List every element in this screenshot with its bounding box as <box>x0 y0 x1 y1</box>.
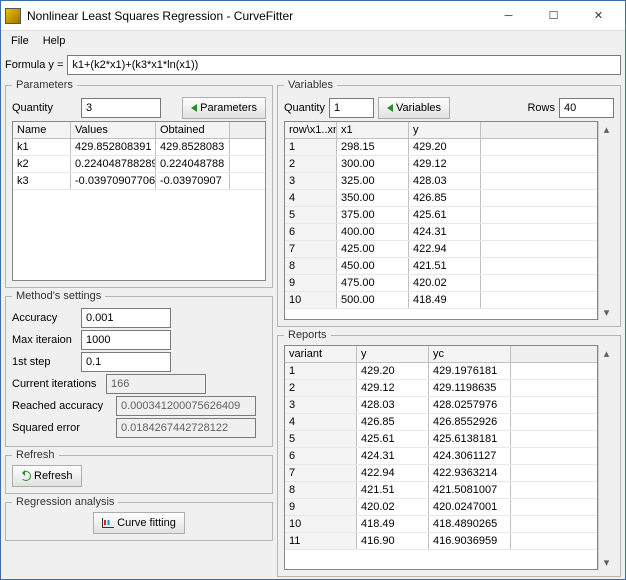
table-row[interactable]: 10418.49418.4890265 <box>285 516 597 533</box>
scroll-up-icon[interactable]: ▴ <box>599 121 614 137</box>
step-input[interactable] <box>81 352 171 372</box>
reports-grid[interactable]: variant y yc 1429.20429.19761812429.1242… <box>284 345 598 570</box>
refresh-button[interactable]: Refresh <box>12 465 82 487</box>
reports-scrollbar[interactable]: ▴ ▾ <box>598 345 614 570</box>
table-row[interactable]: 4426.85426.8552926 <box>285 414 597 431</box>
regression-fieldset: Regression analysis Curve fitting <box>5 496 273 541</box>
minimize-button[interactable]: ─ <box>486 2 531 30</box>
sqerr-output <box>116 418 256 438</box>
refresh-icon <box>21 471 31 481</box>
table-row[interactable]: 7422.94422.9363214 <box>285 465 597 482</box>
parameters-button[interactable]: Parameters <box>182 97 266 119</box>
menu-file[interactable]: File <box>5 33 35 49</box>
parameters-legend: Parameters <box>12 79 77 91</box>
refresh-legend: Refresh <box>12 449 59 461</box>
variables-scrollbar[interactable]: ▴ ▾ <box>598 121 614 320</box>
accuracy-label: Accuracy <box>12 312 77 324</box>
scroll-down-icon[interactable]: ▾ <box>599 554 614 570</box>
table-row[interactable]: 10500.00418.49 <box>285 292 597 309</box>
table-row[interactable]: 8421.51421.5081007 <box>285 482 597 499</box>
app-window: Nonlinear Least Squares Regression - Cur… <box>0 0 626 580</box>
maximize-button[interactable]: ☐ <box>531 2 576 30</box>
scroll-up-icon[interactable]: ▴ <box>599 345 614 361</box>
regression-legend: Regression analysis <box>12 496 118 508</box>
rows-label: Rows <box>527 102 555 114</box>
table-row[interactable]: 4350.00426.85 <box>285 190 597 207</box>
reached-output <box>116 396 256 416</box>
step-label: 1st step <box>12 356 77 368</box>
table-row[interactable]: 8450.00421.51 <box>285 258 597 275</box>
table-row[interactable]: 9475.00420.02 <box>285 275 597 292</box>
table-row[interactable]: k1429.852808391429.8528083 <box>13 139 265 156</box>
table-row[interactable]: 3325.00428.03 <box>285 173 597 190</box>
table-row[interactable]: 7425.00422.94 <box>285 241 597 258</box>
curve-fitting-button[interactable]: Curve fitting <box>93 512 185 534</box>
var-quantity-label: Quantity <box>284 102 325 114</box>
menubar: File Help <box>1 31 625 51</box>
table-row[interactable]: 5375.00425.61 <box>285 207 597 224</box>
table-row[interactable]: 6400.00424.31 <box>285 224 597 241</box>
scroll-down-icon[interactable]: ▾ <box>599 304 614 320</box>
table-row[interactable]: k3-0.0397090770657-0.03970907 <box>13 173 265 190</box>
rep-col-yc[interactable]: yc <box>429 346 511 362</box>
var-col-x1[interactable]: x1 <box>337 122 409 138</box>
formula-input[interactable] <box>67 55 621 75</box>
table-row[interactable]: 3428.03428.0257976 <box>285 397 597 414</box>
app-icon <box>5 8 21 24</box>
titlebar[interactable]: Nonlinear Least Squares Regression - Cur… <box>1 1 625 31</box>
var-quantity-input[interactable] <box>329 98 374 118</box>
maxiter-label: Max iteraion <box>12 334 77 346</box>
variables-grid[interactable]: row\x1..xn, y x1 y 1298.15429.202300.004… <box>284 121 598 320</box>
curiter-label: Current iterations <box>12 378 102 390</box>
param-quantity-label: Quantity <box>12 102 77 114</box>
rows-input[interactable] <box>559 98 614 118</box>
variables-fieldset: Variables Quantity Variables Rows <box>277 79 621 327</box>
refresh-fieldset: Refresh Refresh <box>5 449 273 494</box>
parameters-grid[interactable]: Name Values Obtained k1429.852808391429.… <box>12 121 266 281</box>
table-row[interactable]: k20.2240487882890.224048788 <box>13 156 265 173</box>
accuracy-input[interactable] <box>81 308 171 328</box>
reports-fieldset: Reports variant y yc 1429.20429.19761812… <box>277 329 621 577</box>
table-row[interactable]: 9420.02420.0247001 <box>285 499 597 516</box>
variables-legend: Variables <box>284 79 337 91</box>
rep-col-variant[interactable]: variant <box>285 346 357 362</box>
table-row[interactable]: 1298.15429.20 <box>285 139 597 156</box>
parameters-fieldset: Parameters Quantity Parameters Name <box>5 79 273 288</box>
sqerr-label: Squared error <box>12 422 112 434</box>
menu-help[interactable]: Help <box>37 33 72 49</box>
table-row[interactable]: 2300.00429.12 <box>285 156 597 173</box>
reports-legend: Reports <box>284 329 331 341</box>
variables-button[interactable]: Variables <box>378 97 450 119</box>
var-col-row[interactable]: row\x1..xn, y <box>285 122 337 138</box>
chart-icon <box>102 518 114 528</box>
close-button[interactable]: ✕ <box>576 2 621 30</box>
formula-label: Formula y = <box>5 59 63 71</box>
table-row[interactable]: 6424.31424.3061127 <box>285 448 597 465</box>
arrow-left-icon <box>387 104 393 112</box>
table-row[interactable]: 11416.90416.9036959 <box>285 533 597 550</box>
table-row[interactable]: 5425.61425.6138181 <box>285 431 597 448</box>
param-col-name[interactable]: Name <box>13 122 71 138</box>
var-col-y[interactable]: y <box>409 122 481 138</box>
method-fieldset: Method's settings Accuracy Max iteraion … <box>5 290 273 447</box>
rep-col-y[interactable]: y <box>357 346 429 362</box>
table-row[interactable]: 2429.12429.1198635 <box>285 380 597 397</box>
param-col-values[interactable]: Values <box>71 122 156 138</box>
maxiter-input[interactable] <box>81 330 171 350</box>
param-quantity-input[interactable] <box>81 98 161 118</box>
table-row[interactable]: 1429.20429.1976181 <box>285 363 597 380</box>
curiter-output <box>106 374 206 394</box>
window-title: Nonlinear Least Squares Regression - Cur… <box>27 9 486 23</box>
method-legend: Method's settings <box>12 290 105 302</box>
arrow-left-icon <box>191 104 197 112</box>
param-col-obtained[interactable]: Obtained <box>156 122 230 138</box>
reached-label: Reached accuracy <box>12 400 112 412</box>
